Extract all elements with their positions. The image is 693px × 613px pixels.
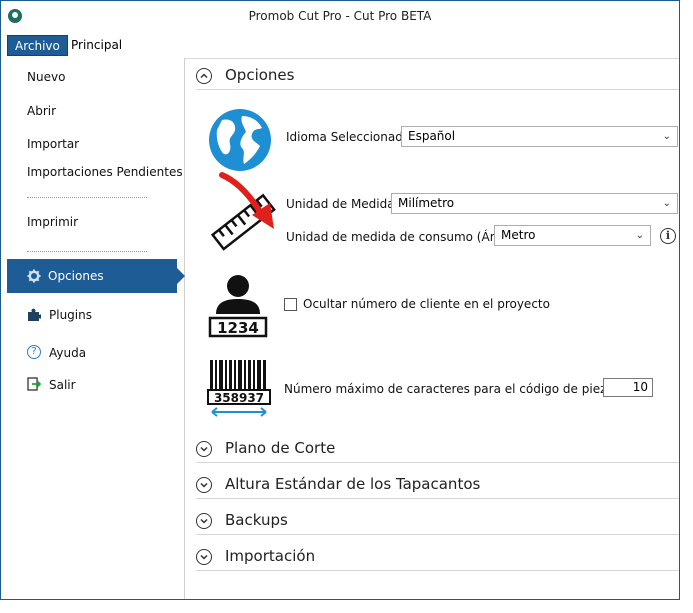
measure-label: Unidad de Medida:	[286, 197, 399, 211]
tab-principal[interactable]: Principal	[64, 35, 129, 56]
chevron-up-icon	[196, 68, 212, 84]
measure-value: Milímetro	[398, 196, 455, 210]
chevron-down-icon: ⌄	[635, 230, 644, 241]
chevron-down-icon	[196, 477, 212, 493]
consumption-label: Unidad de medida de consumo (Área):	[286, 230, 518, 244]
exit-icon	[27, 377, 41, 391]
chevron-down-icon: ⌄	[662, 131, 671, 142]
section-title: Altura Estándar de los Tapacantos	[225, 475, 481, 493]
language-label: Idioma Seleccionado:	[286, 130, 415, 144]
menu-item-opciones[interactable]: Opciones	[7, 259, 185, 293]
chevron-down-icon	[196, 513, 212, 529]
backstage-sidebar: Nuevo Abrir Importar Importaciones Pendi…	[1, 58, 185, 599]
app-window: Promob Cut Pro - Cut Pro BETA Archivo Pr…	[0, 0, 680, 600]
tab-archivo[interactable]: Archivo	[7, 35, 68, 56]
chevron-down-icon	[196, 549, 212, 565]
section-altura-tapacantos[interactable]: Altura Estándar de los Tapacantos	[196, 473, 679, 499]
help-icon: ?	[27, 345, 41, 359]
menu-separator	[27, 197, 147, 198]
section-title: Backups	[225, 511, 288, 529]
ribbon-tabs: Archivo Principal	[1, 32, 679, 59]
menu-item-salir[interactable]: Salir	[49, 378, 76, 392]
section-title: Plano de Corte	[225, 439, 336, 457]
annotation-arrow-icon	[219, 172, 274, 229]
client-icon-number: 1234	[217, 319, 259, 337]
hide-client-checkbox[interactable]	[284, 298, 297, 311]
section-title: Importación	[225, 547, 316, 565]
title-bar: Promob Cut Pro - Cut Pro BETA	[1, 1, 679, 32]
menu-separator	[27, 251, 147, 252]
chevron-down-icon	[196, 441, 212, 457]
user-badge-icon: 1234	[208, 275, 268, 338]
section-backups[interactable]: Backups	[196, 509, 679, 535]
gear-icon	[27, 269, 41, 283]
piece-code-input[interactable]: 10	[603, 378, 653, 397]
menu-item-nuevo[interactable]: Nuevo	[27, 70, 65, 84]
globe-icon	[209, 109, 271, 171]
menu-item-importaciones-pendientes[interactable]: Importaciones Pendientes	[27, 165, 183, 179]
barcode-icon: 358937	[207, 360, 271, 417]
consumption-value: Metro	[501, 228, 536, 242]
piece-code-label: Número máximo de caracteres para el códi…	[284, 382, 618, 396]
menu-item-abrir[interactable]: Abrir	[27, 104, 56, 118]
language-value: Español	[408, 129, 456, 143]
piece-code-icon-number: 358937	[214, 391, 264, 405]
menu-item-label: Opciones	[48, 269, 104, 283]
menu-item-plugins[interactable]: Plugins	[49, 308, 92, 322]
puzzle-icon	[28, 308, 41, 321]
hide-client-label: Ocultar número de cliente en el proyecto	[303, 297, 550, 311]
menu-item-imprimir[interactable]: Imprimir	[27, 215, 78, 229]
section-title: Opciones	[225, 66, 295, 84]
section-importacion[interactable]: Importación	[196, 545, 679, 571]
menu-item-importar[interactable]: Importar	[27, 137, 79, 151]
section-plano-de-corte[interactable]: Plano de Corte	[196, 437, 679, 463]
menu-item-ayuda[interactable]: Ayuda	[49, 346, 86, 360]
chevron-down-icon: ⌄	[662, 198, 671, 209]
section-opciones[interactable]: Opciones	[196, 64, 679, 90]
language-select[interactable]: Español ⌄	[401, 126, 678, 147]
window-title: Promob Cut Pro - Cut Pro BETA	[248, 9, 432, 23]
measure-select[interactable]: Milímetro ⌄	[391, 193, 678, 214]
consumption-select[interactable]: Metro ⌄	[494, 225, 651, 246]
options-panel: Opciones Idioma Seleccionado: Español ⌄	[186, 58, 679, 599]
info-icon[interactable]: i	[660, 228, 676, 244]
